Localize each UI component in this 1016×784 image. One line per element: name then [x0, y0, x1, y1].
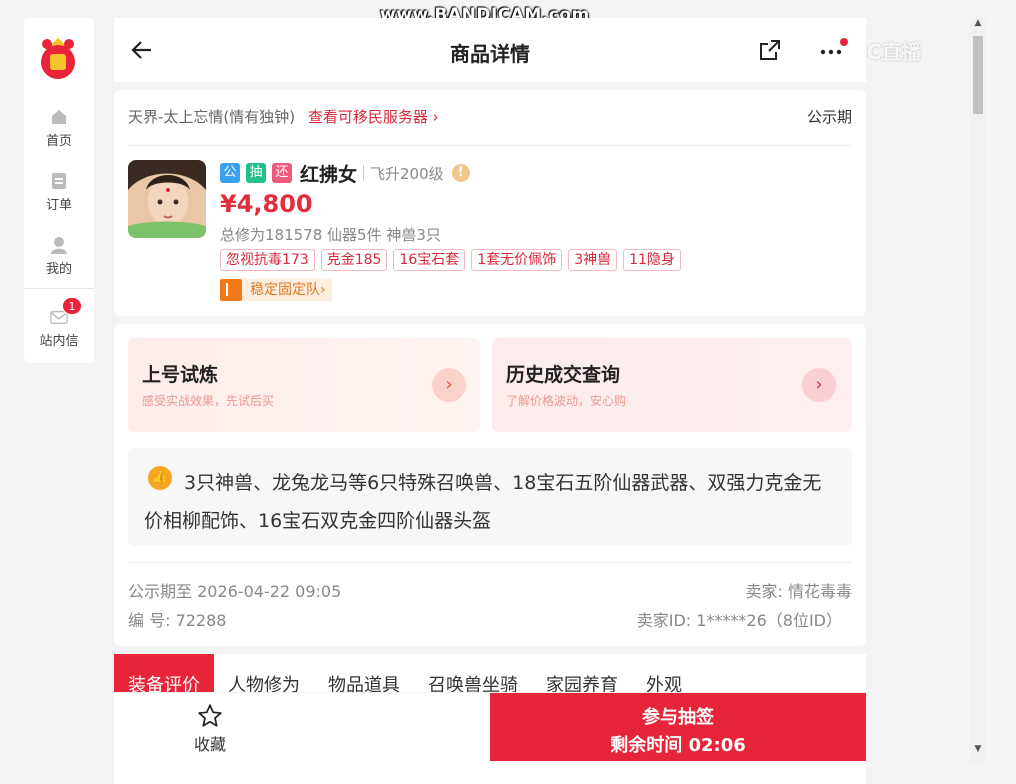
scroll-up-icon[interactable]: ▲: [972, 18, 984, 30]
server-row: 天界-太上忘情(情有独钟) 查看可移民服务器 › 公示期: [128, 106, 852, 130]
seller-id: 卖家ID: 1*****26（8位ID）: [636, 611, 842, 630]
user-icon: [51, 237, 67, 254]
bottom-action-bar: 收藏 参与抽签 剩余时间 02:06: [114, 692, 866, 761]
promo-subtitle: 了解价格波动，安心购: [506, 394, 627, 408]
character-name: 红拂女: [300, 163, 358, 186]
highlights-text: 3只神兽、龙兔龙马等6只特殊召唤兽、18宝石五阶仙器武器、双强力克金无价相柳配饰…: [144, 472, 822, 532]
title-row: 公 抽 还 红拂女 飞升200级 !: [220, 162, 470, 186]
countdown-label: 剩余时间 02:06: [610, 735, 746, 756]
flag-icon: [220, 279, 242, 301]
scrollbar-track[interactable]: [970, 18, 986, 764]
favorite-label: 收藏: [193, 735, 226, 754]
join-draw-button[interactable]: 参与抽签 剩余时间 02:06: [490, 693, 866, 761]
sidebar-item-label: 站内信: [39, 334, 79, 349]
promo-title: 历史成交查询: [506, 364, 621, 386]
feature-tag: 忽视抗毒173: [220, 249, 315, 271]
price: ¥4,800: [220, 190, 313, 218]
feature-tags: 忽视抗毒173 克金185 16宝石套 1套无价佩饰 3神兽 11隐身: [220, 249, 687, 271]
sidebar-divider: [24, 288, 94, 289]
sidebar-item-profile[interactable]: 我的: [24, 236, 94, 277]
divider: [128, 145, 852, 146]
trial-login-card[interactable]: 上号试炼 感受实战效果，先试后买 ›: [128, 338, 480, 432]
page-title: 商品详情: [450, 42, 530, 66]
sidebar-item-label: 首页: [45, 134, 72, 149]
character-portrait-icon: [128, 160, 206, 238]
scrollbar-thumb[interactable]: [973, 36, 983, 114]
sidebar: 首页 订单 我的 站内信 1: [24, 18, 94, 363]
sidebar-item-messages[interactable]: 站内信: [24, 308, 94, 349]
header-bar: 商品详情: [114, 18, 866, 82]
home-icon: [52, 110, 66, 124]
stable-team-label: 稳定固定队›: [242, 279, 332, 301]
unread-badge: 1: [62, 297, 82, 315]
star-icon: [198, 704, 222, 727]
promo-subtitle: 感受实战效果，先试后买: [142, 394, 275, 408]
sidebar-item-orders[interactable]: 订单: [24, 172, 94, 213]
more-options-icon[interactable]: [818, 38, 848, 62]
character-level: 飞升200级: [370, 164, 444, 183]
stable-team-badge[interactable]: 稳定固定队›: [220, 279, 332, 301]
promo-title: 上号试炼: [142, 364, 219, 386]
seller-name: 卖家: 情花毒毒: [745, 582, 852, 601]
listing-number: 编 号: 72288: [128, 611, 227, 630]
public-period-date: 公示期至 2026-04-22 09:05: [128, 582, 342, 601]
main-panel: 商品详情 天界-太上忘情(情有独钟) 查看可移民服务器 › 公示期 公 抽 还 …: [114, 18, 866, 784]
cta-label: 参与抽签: [642, 707, 714, 728]
public-tag: 公: [220, 163, 240, 183]
server-name: 天界-太上忘情(情有独钟): [128, 108, 296, 126]
feature-tag: 11隐身: [623, 249, 681, 271]
feature-tag: 1套无价佩饰: [471, 249, 563, 271]
order-icon: [52, 173, 66, 189]
migrate-servers-link[interactable]: 查看可移民服务器 ›: [308, 108, 439, 126]
divider: [363, 165, 365, 181]
product-info-card: 天界-太上忘情(情有独钟) 查看可移民服务器 › 公示期 公 抽 还 红拂女 飞…: [114, 90, 866, 316]
divider: [128, 562, 852, 563]
highlights-box: 👍 3只神兽、龙兔龙马等6只特殊召唤兽、18宝石五阶仙器武器、双强力克金无价相柳…: [128, 448, 852, 546]
chevron-right-icon: ›: [432, 368, 466, 402]
share-icon[interactable]: [758, 38, 782, 62]
scroll-down-icon[interactable]: ▼: [972, 744, 984, 756]
character-stats: 总修为181578 仙器5件 神兽3只: [220, 226, 441, 244]
chevron-right-icon: ›: [802, 368, 836, 402]
draw-tag: 抽: [246, 163, 266, 183]
details-card: 上号试炼 感受实战效果，先试后买 › 历史成交查询 了解价格波动，安心购 › 👍…: [114, 324, 866, 646]
sidebar-item-label: 订单: [45, 198, 72, 213]
character-avatar: [128, 160, 206, 238]
price-history-card[interactable]: 历史成交查询 了解价格波动，安心购 ›: [492, 338, 852, 432]
feature-tag: 克金185: [320, 249, 388, 271]
info-warning-icon[interactable]: !: [451, 164, 470, 182]
app-logo-icon[interactable]: [35, 32, 81, 80]
favorite-button[interactable]: 收藏: [170, 703, 250, 755]
sidebar-item-home[interactable]: 首页: [24, 108, 94, 149]
status-label: 公示期: [806, 108, 852, 126]
return-tag: 还: [272, 163, 292, 183]
feature-tag: 16宝石套: [393, 249, 466, 271]
feature-tag: 3神兽: [568, 249, 618, 271]
sidebar-item-label: 我的: [45, 262, 72, 277]
